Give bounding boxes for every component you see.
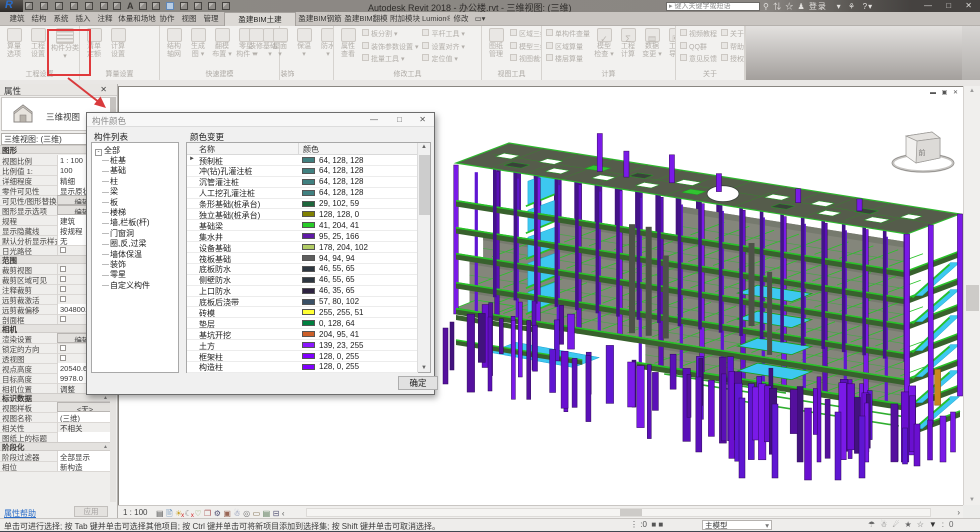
svg-text:前: 前 [919,148,926,157]
